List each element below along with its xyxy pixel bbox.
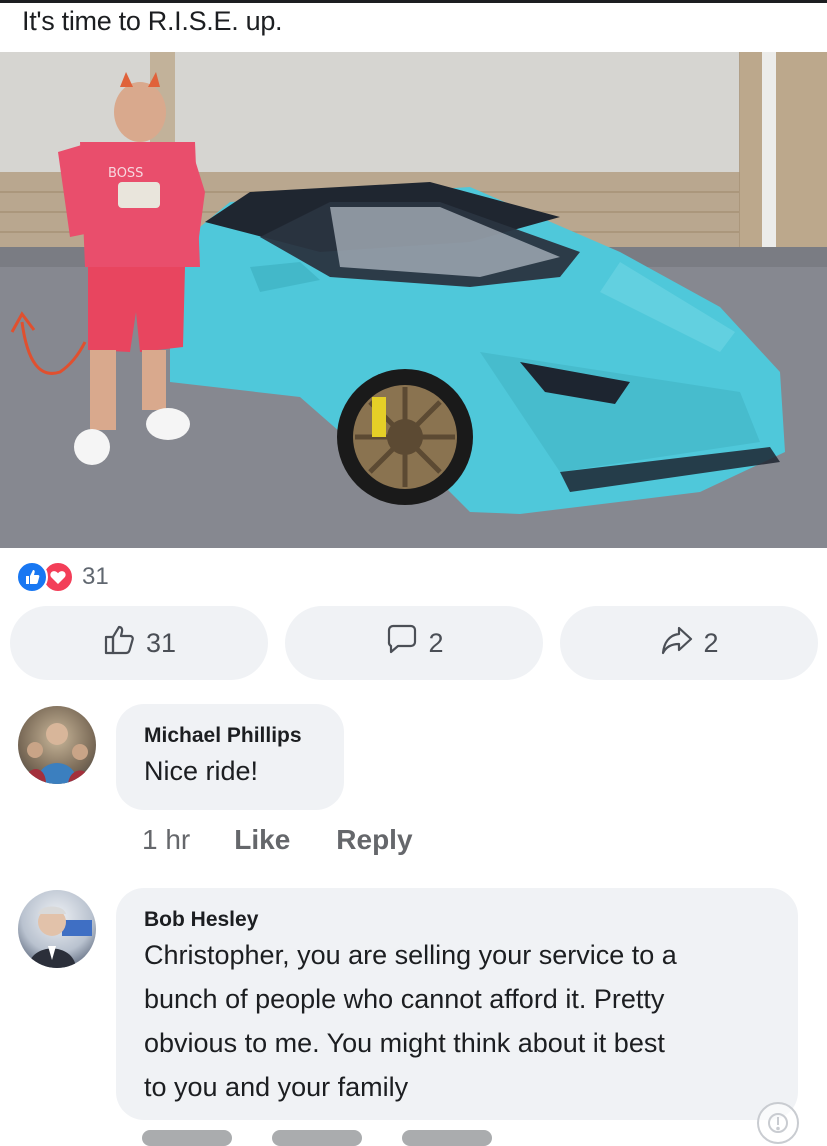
- comment-text-line: obvious to me. You might think about it …: [144, 1028, 665, 1058]
- comment-author[interactable]: Michael Phillips: [144, 724, 316, 748]
- comment-time-placeholder: [142, 1130, 232, 1146]
- comment-meta-cutoff: [142, 1130, 492, 1146]
- comment-like-link[interactable]: Like: [234, 824, 290, 856]
- alert-icon[interactable]: [757, 1102, 799, 1144]
- like-button[interactable]: 31: [10, 606, 268, 680]
- comment-text-line: bunch of people who cannot afford it. Pr…: [144, 984, 665, 1014]
- comment-like-placeholder: [272, 1130, 362, 1146]
- comment-text: Nice ride!: [144, 756, 259, 786]
- top-divider: [0, 0, 827, 3]
- comment-reply-placeholder: [402, 1130, 492, 1146]
- post-text: It's time to R.I.S.E. up.: [22, 6, 283, 36]
- reaction-summary[interactable]: 31: [16, 560, 109, 594]
- comment-bubble: Bob Hesley Christopher, you are selling …: [116, 888, 798, 1120]
- comment-icon: [384, 622, 420, 665]
- share-button[interactable]: 2: [560, 606, 818, 680]
- reaction-count: 31: [82, 563, 109, 590]
- comment-count: 2: [428, 627, 444, 658]
- comment-meta: 1 hr Like Reply: [142, 824, 413, 856]
- comment-bubble: Michael Phillips Nice ride!: [116, 704, 344, 810]
- share-icon: [659, 622, 695, 665]
- shirt-logo: BOSS: [108, 166, 143, 181]
- thumbs-up-icon: [102, 622, 138, 665]
- avatar[interactable]: [18, 706, 96, 784]
- comment-text-line: to you and your family: [144, 1072, 409, 1102]
- comment-author[interactable]: Bob Hesley: [144, 908, 770, 932]
- comment-button[interactable]: 2: [285, 606, 543, 680]
- comment-time[interactable]: 1 hr: [142, 824, 190, 856]
- share-count: 2: [703, 627, 719, 658]
- comment-reply-link[interactable]: Reply: [336, 824, 412, 856]
- like-reaction-icon: [16, 561, 48, 593]
- post-photo[interactable]: BOSS: [0, 52, 827, 548]
- photo-illustration: BOSS: [0, 52, 827, 548]
- like-count: 31: [145, 627, 177, 658]
- comment-text-line: Christopher, you are selling your servic…: [144, 940, 677, 970]
- avatar[interactable]: [18, 890, 96, 968]
